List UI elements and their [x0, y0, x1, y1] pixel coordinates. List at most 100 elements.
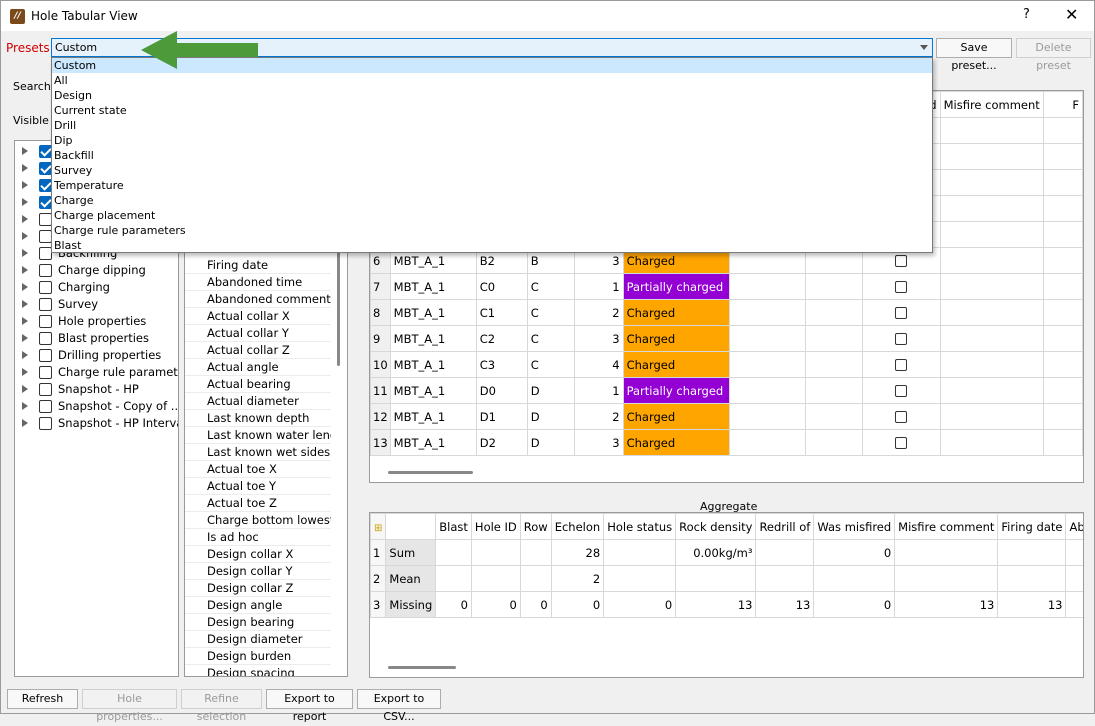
- expand-arrow-icon[interactable]: [22, 300, 28, 308]
- echelon-cell[interactable]: 1: [573, 273, 624, 300]
- hole-id-cell[interactable]: C3: [475, 351, 528, 378]
- row-cell[interactable]: D: [526, 377, 575, 404]
- tree-item[interactable]: Snapshot - Copy of ...: [15, 398, 178, 415]
- rock-density-cell[interactable]: [729, 273, 807, 300]
- was-misfired-checkbox[interactable]: [895, 359, 908, 371]
- rock-density-cell[interactable]: [729, 299, 807, 326]
- preset-option[interactable]: All: [52, 73, 932, 88]
- hole-status-cell[interactable]: Charged: [622, 403, 731, 430]
- column-list-item[interactable]: Design bearing: [185, 614, 331, 631]
- column-list-item[interactable]: Is ad hoc: [185, 529, 331, 546]
- refine-selection-button[interactable]: Refine selection: [181, 689, 262, 723]
- was-misfired-cell[interactable]: [861, 325, 941, 352]
- redrill-of-cell[interactable]: [805, 325, 863, 352]
- firing-date-cell[interactable]: [1042, 351, 1083, 378]
- aggregate-col-header[interactable]: Was misfired: [813, 513, 896, 540]
- tree-item-checkbox[interactable]: [39, 281, 52, 294]
- expand-arrow-icon[interactable]: [22, 283, 28, 291]
- misfire-comment-cell[interactable]: [939, 273, 1044, 300]
- tree-item-checkbox[interactable]: [39, 264, 52, 277]
- rock-density-cell[interactable]: [729, 377, 807, 404]
- preset-option[interactable]: Backfill: [52, 148, 932, 163]
- rock-density-cell[interactable]: [729, 325, 807, 352]
- misfire-comment-cell[interactable]: [939, 429, 1044, 456]
- tree-item-checkbox[interactable]: [39, 400, 52, 413]
- expand-arrow-icon[interactable]: [22, 419, 28, 427]
- hole-status-cell[interactable]: Charged: [622, 299, 731, 326]
- firing-date-cell[interactable]: [1042, 325, 1083, 352]
- was-misfired-checkbox[interactable]: [895, 255, 908, 267]
- help-button[interactable]: ?: [1023, 7, 1030, 22]
- was-misfired-cell[interactable]: [861, 273, 941, 300]
- was-misfired-cell[interactable]: [861, 377, 941, 404]
- preset-option[interactable]: Current state: [52, 103, 932, 118]
- export-to-report-button[interactable]: Export to report: [266, 689, 353, 723]
- aggregate-col-header[interactable]: Ab: [1065, 513, 1083, 540]
- row-cell[interactable]: D: [526, 403, 575, 430]
- was-misfired-checkbox[interactable]: [895, 281, 908, 293]
- column-list-item[interactable]: Last known wet sides le: [185, 444, 331, 461]
- firing-date-cell[interactable]: [1042, 429, 1083, 456]
- export-to-csv-button[interactable]: Export to CSV...: [357, 689, 441, 723]
- row-cell[interactable]: C: [526, 325, 575, 352]
- table-row[interactable]: 11 MBT_A_1 D0 D 1 Partially charged: [370, 377, 1083, 404]
- blast-cell[interactable]: MBT_A_1: [389, 403, 477, 430]
- row-cell[interactable]: D: [526, 429, 575, 456]
- hole-status-cell[interactable]: Partially charged: [622, 273, 731, 300]
- redrill-of-cell[interactable]: [805, 273, 863, 300]
- tree-item-checkbox[interactable]: [39, 383, 52, 396]
- column-list-item[interactable]: Actual toe Y: [185, 478, 331, 495]
- column-list-item[interactable]: Actual toe Z: [185, 495, 331, 512]
- redrill-of-cell[interactable]: [805, 377, 863, 404]
- was-misfired-checkbox[interactable]: [895, 385, 908, 397]
- column-list-item[interactable]: Last known depth: [185, 410, 331, 427]
- expand-arrow-icon[interactable]: [22, 147, 28, 155]
- table-row[interactable]: 10 MBT_A_1 C3 C 4 Charged: [370, 351, 1083, 378]
- tree-item[interactable]: Drilling properties: [15, 347, 178, 364]
- blast-cell[interactable]: MBT_A_1: [389, 377, 477, 404]
- row-cell[interactable]: C: [526, 351, 575, 378]
- table-row[interactable]: 8 MBT_A_1 C1 C 2 Charged: [370, 299, 1083, 326]
- misfire-comment-cell[interactable]: [939, 325, 1044, 352]
- hole-id-cell[interactable]: D0: [475, 377, 528, 404]
- col-misfire-comment-header[interactable]: Misfire comment: [939, 91, 1044, 118]
- misfire-comment-cell[interactable]: [939, 299, 1044, 326]
- column-list-item[interactable]: Design spacing: [185, 665, 331, 676]
- aggregate-col-header[interactable]: Redrill of: [755, 513, 815, 540]
- preset-option[interactable]: Charge rule parameters: [52, 223, 932, 238]
- blast-cell[interactable]: MBT_A_1: [389, 325, 477, 352]
- preset-option[interactable]: Temperature: [52, 178, 932, 193]
- column-list-item[interactable]: Abandoned comment: [185, 291, 331, 308]
- echelon-cell[interactable]: 3: [573, 429, 624, 456]
- blast-cell[interactable]: MBT_A_1: [389, 351, 477, 378]
- column-list-item[interactable]: Firing date: [185, 257, 331, 274]
- expand-arrow-icon[interactable]: [22, 266, 28, 274]
- hole-id-cell[interactable]: D2: [475, 429, 528, 456]
- table-row[interactable]: 13 MBT_A_1 D2 D 3 Charged: [370, 429, 1083, 456]
- redrill-of-cell[interactable]: [805, 429, 863, 456]
- hole-status-cell[interactable]: Charged: [622, 351, 731, 378]
- tree-item-checkbox[interactable]: [39, 332, 52, 345]
- column-list-item[interactable]: Actual toe X: [185, 461, 331, 478]
- column-list-item[interactable]: Design collar Y: [185, 563, 331, 580]
- was-misfired-checkbox[interactable]: [895, 411, 908, 423]
- row-cell[interactable]: C: [526, 273, 575, 300]
- misfire-comment-cell[interactable]: [939, 377, 1044, 404]
- aggregate-col-header[interactable]: Firing date: [997, 513, 1067, 540]
- column-list-item[interactable]: Design collar Z: [185, 580, 331, 597]
- close-button[interactable]: ✕: [1065, 5, 1078, 24]
- was-misfired-checkbox[interactable]: [895, 437, 908, 449]
- tree-item-checkbox[interactable]: [39, 349, 52, 362]
- expand-arrow-icon[interactable]: [22, 385, 28, 393]
- was-misfired-checkbox[interactable]: [895, 307, 908, 319]
- echelon-cell[interactable]: 1: [573, 377, 624, 404]
- column-list-item[interactable]: Design diameter: [185, 631, 331, 648]
- table-row[interactable]: 7 MBT_A_1 C0 C 1 Partially charged: [370, 273, 1083, 300]
- blast-cell[interactable]: MBT_A_1: [389, 429, 477, 456]
- firing-date-cell[interactable]: [1042, 403, 1083, 430]
- table-row[interactable]: 12 MBT_A_1 D1 D 2 Charged: [370, 403, 1083, 430]
- was-misfired-cell[interactable]: [861, 403, 941, 430]
- aggregate-col-header[interactable]: Echelon: [550, 513, 605, 540]
- table-row[interactable]: 9 MBT_A_1 C2 C 3 Charged: [370, 325, 1083, 352]
- table-horizontal-scrollbar[interactable]: [388, 471, 473, 474]
